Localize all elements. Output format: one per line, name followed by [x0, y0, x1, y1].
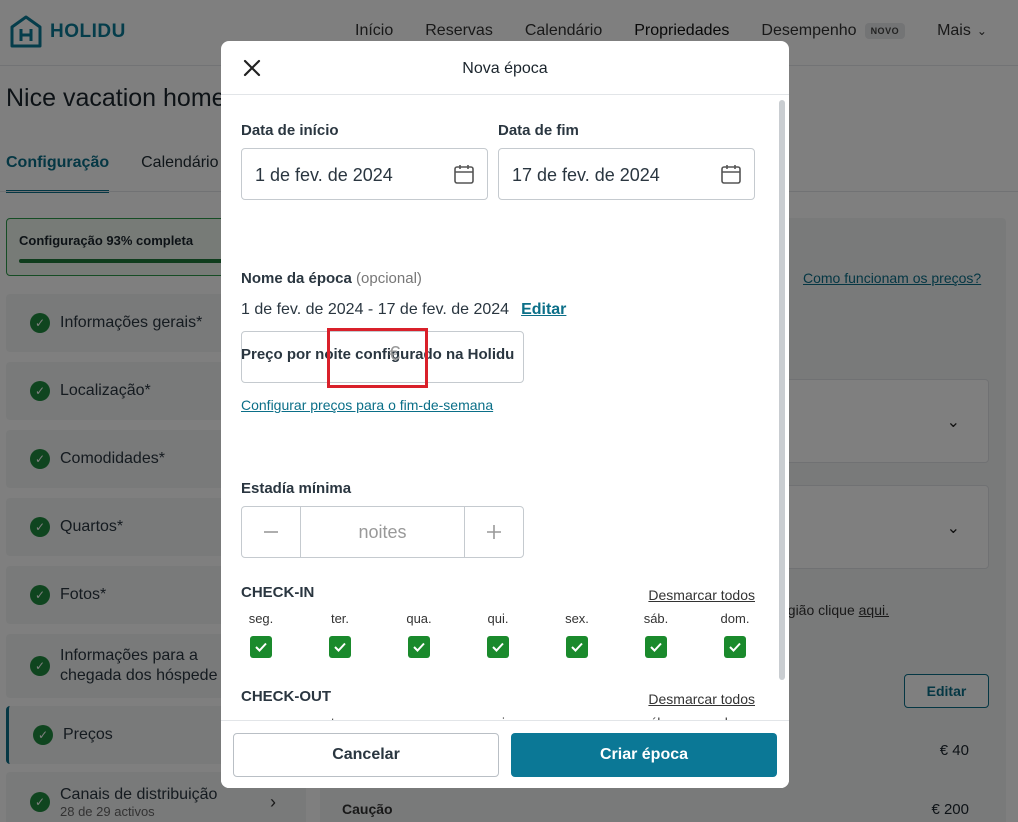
checkbox-checked[interactable]	[487, 636, 509, 658]
checkin-title: CHECK-IN	[241, 584, 315, 601]
day-label: ter.	[330, 611, 350, 626]
plus-icon	[487, 525, 501, 539]
weekend-prices-link[interactable]: Configurar preços para o fim-de-semana	[241, 397, 493, 413]
start-date-field[interactable]: 1 de fev. de 2024	[241, 148, 488, 200]
checkout-title: CHECK-OUT	[241, 688, 331, 705]
day-label: seg.	[248, 611, 274, 626]
end-date-label: Data de fim	[498, 122, 579, 139]
day-label: qua.	[406, 611, 432, 626]
checkbox-checked[interactable]	[724, 636, 746, 658]
checkbox-checked[interactable]	[329, 636, 351, 658]
start-date-label: Data de início	[241, 122, 339, 139]
modal-footer: Cancelar Criar época	[221, 720, 789, 788]
checkmark-icon	[255, 642, 267, 652]
calendar-icon[interactable]	[720, 163, 742, 185]
new-season-modal: Nova época Data de início 1 de fev. de 2…	[221, 41, 789, 788]
checkin-days: seg. ter. qua. qui. sex. sáb. dom.	[241, 611, 755, 658]
min-stay-stepper: noites	[241, 506, 524, 558]
checkmark-icon	[729, 642, 741, 652]
min-stay-input[interactable]: noites	[300, 507, 465, 557]
checkin-unselect-all[interactable]: Desmarcar todos	[648, 587, 755, 603]
checkmark-icon	[571, 642, 583, 652]
modal-title: Nova época	[462, 60, 548, 77]
day-label: qui.	[487, 611, 509, 626]
cancel-button[interactable]: Cancelar	[233, 733, 499, 777]
minus-icon	[264, 531, 278, 533]
modal-body: Data de início 1 de fev. de 2024 Data de…	[221, 96, 789, 720]
checkmark-icon	[413, 642, 425, 652]
checkmark-icon	[650, 642, 662, 652]
checkin-day: seg.	[241, 611, 281, 658]
checkbox-checked[interactable]	[250, 636, 272, 658]
checkout-unselect-all[interactable]: Desmarcar todos	[648, 691, 755, 707]
create-season-button[interactable]: Criar época	[511, 733, 777, 777]
highlight-box	[327, 328, 428, 388]
checkin-day: ter.	[320, 611, 360, 658]
season-name-label-text: Nome da época	[241, 270, 352, 287]
checkin-day: sáb.	[636, 611, 676, 658]
day-label: sáb.	[643, 611, 669, 626]
checkmark-icon	[334, 642, 346, 652]
scrollbar[interactable]	[779, 100, 785, 680]
season-name-label: Nome da época (opcional)	[241, 270, 422, 287]
increment-button[interactable]	[465, 507, 523, 557]
day-label: sex.	[565, 611, 589, 626]
end-date-field[interactable]: 17 de fev. de 2024	[498, 148, 755, 200]
checkbox-checked[interactable]	[408, 636, 430, 658]
modal-header: Nova época	[221, 41, 789, 95]
season-name-text: 1 de fev. de 2024 - 17 de fev. de 2024	[241, 301, 510, 318]
checkin-day: qui.	[478, 611, 518, 658]
end-date-value: 17 de fev. de 2024	[512, 165, 660, 185]
checkbox-checked[interactable]	[566, 636, 588, 658]
edit-season-name-link[interactable]: Editar	[521, 301, 566, 318]
start-date-value: 1 de fev. de 2024	[255, 165, 393, 185]
calendar-icon[interactable]	[453, 163, 475, 185]
checkin-day: qua.	[399, 611, 439, 658]
day-label: dom.	[720, 611, 750, 626]
decrement-button[interactable]	[242, 507, 300, 557]
season-name-value: 1 de fev. de 2024 - 17 de fev. de 2024 Ed…	[241, 301, 566, 319]
checkmark-icon	[492, 642, 504, 652]
checkbox-checked[interactable]	[645, 636, 667, 658]
checkin-day: dom.	[715, 611, 755, 658]
min-stay-label: Estadía mínima	[241, 480, 352, 497]
checkin-day: sex.	[557, 611, 597, 658]
optional-hint: (opcional)	[356, 270, 422, 287]
